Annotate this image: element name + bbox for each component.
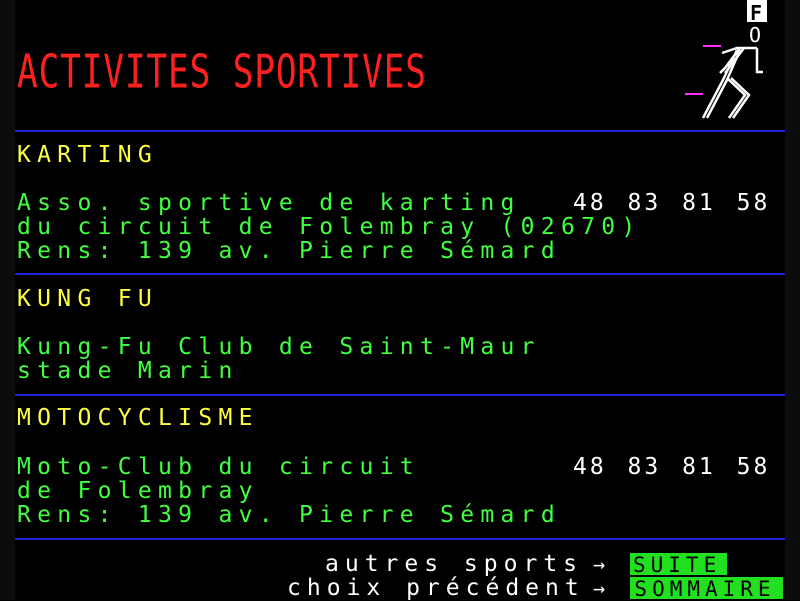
separator	[15, 273, 785, 275]
running-man-logo-icon: F O	[685, 0, 767, 119]
kung-fu-line-1: Kung-Fu Club de Saint-Maur	[17, 334, 541, 360]
logo-letter-top: F	[750, 1, 762, 25]
section-heading-kung-fu: KUNG FU	[17, 286, 159, 312]
sommaire-key-button[interactable]: SOMMAIRE	[630, 577, 783, 600]
karting-line-1: Asso. sportive de karting	[17, 190, 521, 216]
moto-line-1: Moto-Club du circuit	[17, 454, 420, 480]
runner-figure	[701, 46, 763, 119]
suite-key-button[interactable]: SUITE	[630, 553, 727, 576]
logo-letter-bottom: O	[749, 23, 761, 47]
moto-line-2: de Folembray	[17, 478, 259, 504]
karting-line-3: Rens: 139 av. Pierre Sémard	[17, 238, 561, 264]
prev-label: choix précédent	[287, 575, 585, 601]
separator	[15, 394, 785, 396]
moto-phone: 48 83 81 58	[573, 454, 771, 480]
separator	[15, 538, 785, 540]
separator	[15, 130, 785, 132]
karting-line-2: du circuit de Folembray (02670)	[17, 214, 642, 240]
right-border	[785, 0, 800, 600]
section-heading-karting: KARTING	[17, 142, 159, 168]
arrow-right-icon: →	[593, 552, 606, 576]
page-title: ACTIVITES SPORTIVES	[17, 46, 427, 99]
karting-phone: 48 83 81 58	[573, 190, 771, 216]
moto-line-3: Rens: 139 av. Pierre Sémard	[17, 502, 561, 528]
next-label: autres sports	[325, 551, 584, 577]
kung-fu-line-2: stade Marin	[17, 358, 239, 384]
arrow-right-icon: →	[593, 576, 606, 600]
minitel-screen: ACTIVITES SPORTIVES F O KARTING Asso. sp…	[15, 0, 785, 600]
section-heading-motocyclisme: MOTOCYCLISME	[17, 405, 259, 431]
left-border	[0, 0, 15, 600]
